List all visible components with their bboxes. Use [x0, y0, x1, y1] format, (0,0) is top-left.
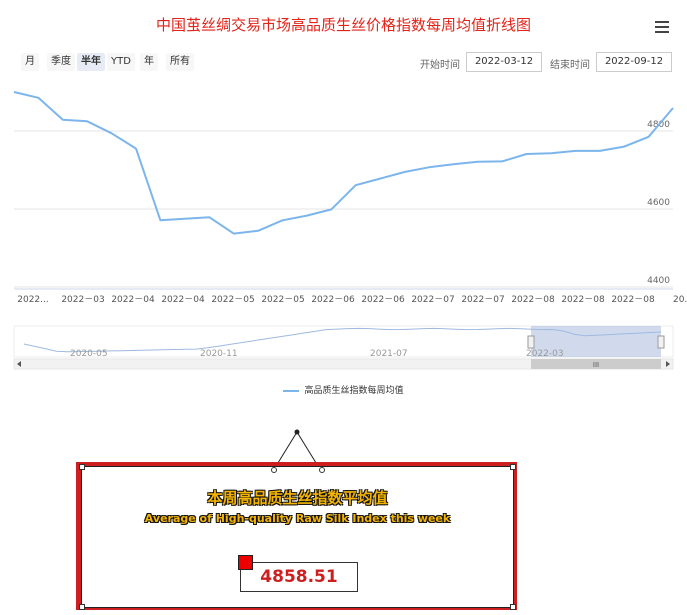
data-point[interactable]: [12, 90, 17, 95]
range-button-ytd[interactable]: YTD: [107, 53, 135, 71]
end-date-label: 结束时间: [550, 60, 590, 71]
panel-title-english: Average of High-quality Raw Silk Index t…: [144, 512, 451, 525]
x-tick-label: 2022－06: [361, 295, 405, 305]
legend-label: 高品质生丝指数每周均值: [304, 386, 404, 396]
range-button-all[interactable]: 所有: [166, 53, 194, 71]
end-date-input[interactable]: 2022-09-12: [596, 52, 672, 72]
connector-dot: [319, 467, 325, 473]
panel-inner: 本周高品质生丝指数平均值 Average of High-quality Raw…: [79, 464, 516, 610]
data-point[interactable]: [280, 218, 285, 223]
connector-dot: [271, 467, 277, 473]
data-point[interactable]: [304, 213, 309, 218]
navigator-label: 2022-03: [526, 349, 564, 359]
range-button-quarter[interactable]: 季度: [47, 53, 75, 71]
navigator-handle[interactable]: [527, 335, 535, 349]
data-point[interactable]: [134, 146, 139, 151]
corner-dot: [510, 604, 516, 610]
x-tick-label: 20...: [673, 295, 687, 305]
navigator-label: 2021-07: [370, 349, 408, 359]
data-point[interactable]: [426, 165, 431, 170]
start-date-input[interactable]: 2022-03-12: [466, 52, 542, 72]
data-point[interactable]: [231, 231, 236, 236]
x-tick-label: 2022－04: [111, 295, 155, 305]
scrollbar-grip-icon: III: [593, 361, 599, 369]
data-point[interactable]: [402, 170, 407, 175]
data-point[interactable]: [207, 215, 212, 220]
panel-title-chinese: 本周高品质生丝指数平均值: [207, 489, 388, 507]
legend[interactable]: 高品质生丝指数每周均值: [0, 383, 687, 396]
data-point[interactable]: [451, 162, 456, 167]
x-tick-label: 2022－07: [461, 295, 504, 305]
chart-area[interactable]: 440046004800 2022... 2022－03 2022－04 2022－0…: [0, 80, 687, 380]
y-tick-label: 4600: [647, 198, 670, 208]
x-tick-label: 2022－03: [61, 295, 104, 305]
y-tick-label: 4400: [647, 276, 670, 286]
corner-dot: [510, 464, 516, 470]
start-date-label: 开始时间: [420, 60, 460, 71]
x-tick-label: 2022...: [17, 295, 49, 305]
data-point[interactable]: [158, 218, 163, 223]
data-point[interactable]: [475, 159, 480, 164]
data-point[interactable]: [109, 131, 114, 136]
value-marker-icon: [238, 555, 253, 570]
x-tick-label: 2022－08: [611, 295, 655, 305]
data-point[interactable]: [597, 148, 602, 153]
navigator-label: 2020-11: [200, 349, 238, 359]
x-tick-label: 2022－05: [211, 295, 254, 305]
range-button-month[interactable]: 月: [21, 53, 39, 71]
data-point[interactable]: [622, 144, 627, 149]
data-point[interactable]: [646, 134, 651, 139]
range-button-year[interactable]: 年: [140, 53, 158, 71]
weekly-average-panel: 本周高品质生丝指数平均值 Average of High-quality Raw…: [76, 462, 517, 610]
data-point[interactable]: [329, 207, 334, 212]
x-tick-label: 2022－05: [261, 295, 304, 305]
x-tick-label: 2022－08: [561, 295, 605, 305]
data-point[interactable]: [60, 117, 65, 122]
x-tick-label: 2022－08: [511, 295, 555, 305]
legend-line-swatch: [283, 389, 300, 392]
data-point[interactable]: [85, 119, 90, 124]
data-point[interactable]: [524, 152, 529, 157]
hamburger-menu-icon[interactable]: [655, 21, 669, 35]
x-tick-label: 2022－06: [311, 295, 355, 305]
data-point[interactable]: [671, 106, 676, 111]
data-point[interactable]: [36, 95, 41, 100]
data-point[interactable]: [182, 216, 187, 221]
weekly-average-value: 4858.51: [240, 562, 358, 592]
data-point[interactable]: [256, 228, 261, 233]
chart-title: 中国茧丝绸交易市场高品质生丝价格指数每周均值折线图: [155, 16, 531, 34]
navigator-handle[interactable]: [657, 335, 665, 349]
data-point[interactable]: [573, 148, 578, 153]
data-point[interactable]: [353, 183, 358, 188]
x-tick-label: 2022－07: [411, 295, 454, 305]
series-line-raw-silk-index[interactable]: [13, 91, 674, 235]
corner-dot: [79, 604, 85, 610]
navigator-label: 2020-05: [70, 349, 108, 359]
range-button-half-year[interactable]: 半年: [77, 53, 105, 71]
data-point[interactable]: [500, 159, 505, 164]
data-point[interactable]: [378, 176, 383, 181]
x-tick-label: 2022－04: [161, 295, 205, 305]
data-point[interactable]: [549, 151, 554, 156]
corner-dot: [79, 464, 85, 470]
